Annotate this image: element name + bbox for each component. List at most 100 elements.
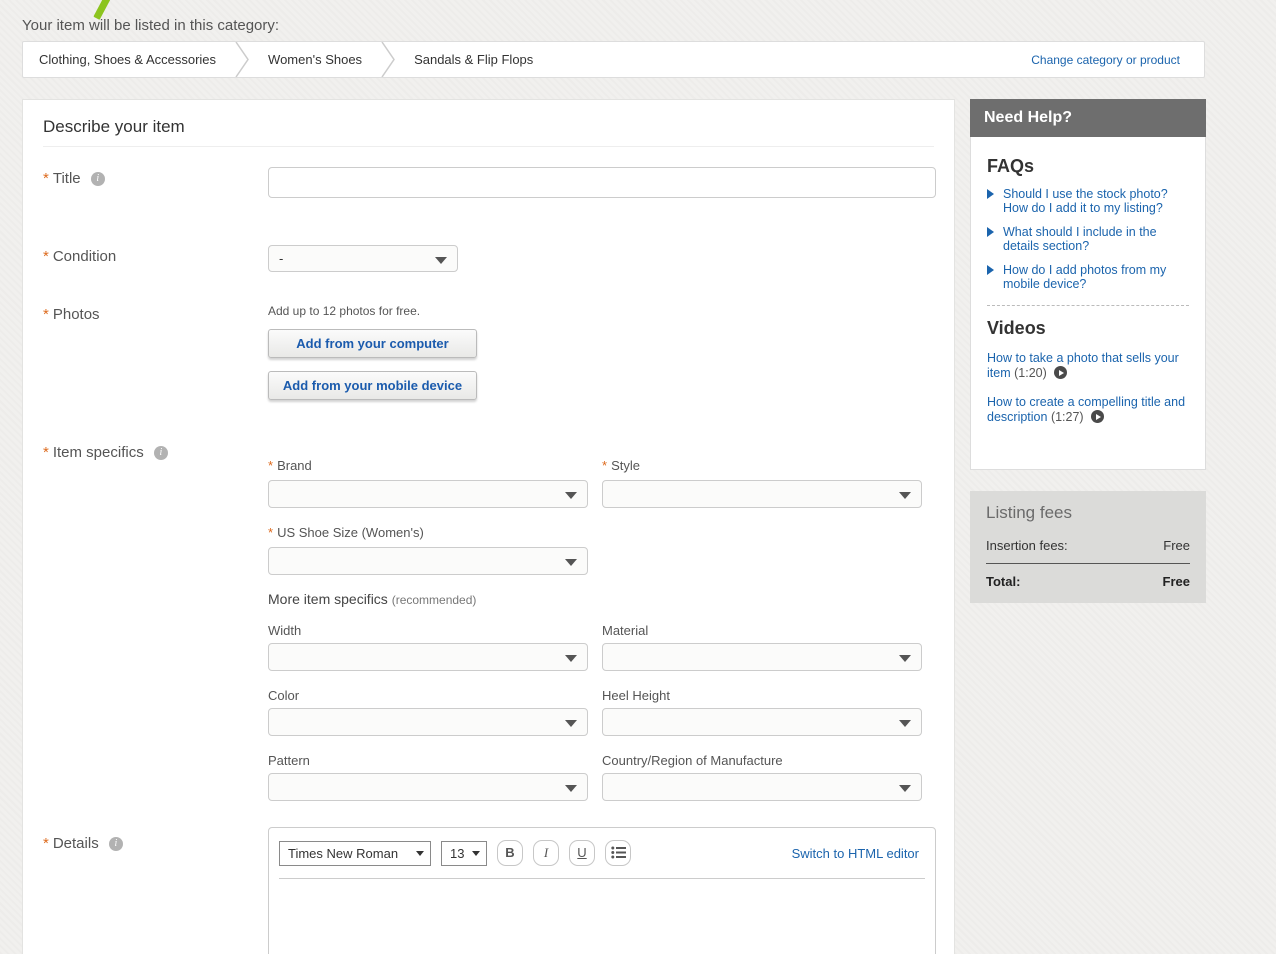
chevron-right-icon bbox=[234, 42, 250, 77]
faqs-heading: FAQs bbox=[987, 156, 1189, 177]
required-asterisk: * bbox=[43, 444, 49, 461]
dropdown-arrow-icon bbox=[899, 655, 911, 662]
select-arrow-icon bbox=[416, 851, 424, 856]
brand-label: *Brand bbox=[268, 458, 312, 473]
add-from-computer-button[interactable]: Add from your computer bbox=[268, 329, 477, 358]
material-label: Material bbox=[602, 623, 648, 638]
faq-item[interactable]: Should I use the stock photo? How do I a… bbox=[987, 187, 1189, 215]
condition-label: *Condition bbox=[43, 248, 116, 265]
total-value: Free bbox=[1163, 574, 1190, 589]
details-editor[interactable]: Times New Roman 13 B I U Switch to HTML … bbox=[268, 827, 936, 954]
details-text-area[interactable] bbox=[269, 879, 935, 954]
width-dropdown[interactable] bbox=[268, 643, 588, 671]
details-info-icon[interactable]: i bbox=[109, 837, 123, 851]
required-asterisk: * bbox=[43, 835, 49, 852]
editor-toolbar: Times New Roman 13 B I U Switch to HTML … bbox=[269, 828, 935, 878]
pattern-dropdown[interactable] bbox=[268, 773, 588, 801]
heel-height-label: Heel Height bbox=[602, 688, 670, 703]
dropdown-arrow-icon bbox=[899, 720, 911, 727]
photos-hint: Add up to 12 photos for free. bbox=[268, 304, 420, 318]
dropdown-arrow-icon bbox=[565, 655, 577, 662]
bold-button[interactable]: B bbox=[497, 840, 523, 866]
total-fees-row: Total: Free bbox=[986, 564, 1190, 589]
dashed-divider bbox=[987, 305, 1189, 306]
title-label: *Title i bbox=[43, 170, 105, 187]
photos-label: *Photos bbox=[43, 306, 100, 323]
recommended-note: (recommended) bbox=[392, 593, 477, 607]
play-icon[interactable] bbox=[1054, 366, 1067, 379]
required-asterisk: * bbox=[43, 306, 49, 323]
video-link: How to create a compelling title and des… bbox=[987, 395, 1185, 424]
listing-fees-panel: Listing fees Insertion fees: Free Total:… bbox=[970, 491, 1206, 603]
sidebar: Need Help? FAQs Should I use the stock p… bbox=[970, 99, 1206, 603]
pattern-label: Pattern bbox=[268, 753, 310, 768]
dropdown-arrow-icon bbox=[565, 785, 577, 792]
faq-item[interactable]: What should I include in the details sec… bbox=[987, 225, 1189, 253]
shoe-size-dropdown[interactable] bbox=[268, 547, 588, 575]
font-size-select[interactable]: 13 bbox=[441, 841, 487, 866]
switch-html-editor-link[interactable]: Switch to HTML editor bbox=[792, 846, 919, 861]
need-help-header: Need Help? bbox=[970, 99, 1206, 137]
more-item-specifics-heading: More item specifics (recommended) bbox=[268, 591, 476, 607]
breadcrumb-item-clothing: Clothing, Shoes & Accessories bbox=[23, 52, 234, 67]
shoe-size-label: *US Shoe Size (Women's) bbox=[268, 525, 424, 540]
category-note: Your item will be listed in this categor… bbox=[22, 17, 279, 34]
triangle-bullet-icon bbox=[987, 265, 994, 275]
video-duration: (1:27) bbox=[1051, 410, 1084, 424]
title-input[interactable] bbox=[268, 167, 936, 198]
play-icon[interactable] bbox=[1091, 410, 1104, 423]
insertion-fees-row: Insertion fees: Free bbox=[986, 535, 1190, 564]
change-category-link[interactable]: Change category or product bbox=[1031, 53, 1180, 67]
italic-button[interactable]: I bbox=[533, 840, 559, 866]
video-item[interactable]: How to take a photo that sells your item… bbox=[987, 351, 1189, 381]
dropdown-arrow-icon bbox=[899, 785, 911, 792]
faq-link: How do I add photos from my mobile devic… bbox=[1003, 263, 1189, 291]
item-specifics-label: *Item specifics i bbox=[43, 444, 168, 461]
breadcrumb-item-womens-shoes: Women's Shoes bbox=[250, 52, 380, 67]
breadcrumb-item-sandals: Sandals & Flip Flops bbox=[396, 52, 551, 67]
video-duration: (1:20) bbox=[1014, 366, 1047, 380]
condition-value: - bbox=[279, 251, 283, 266]
listing-fees-heading: Listing fees bbox=[986, 503, 1190, 523]
required-asterisk: * bbox=[43, 248, 49, 265]
color-dropdown[interactable] bbox=[268, 708, 588, 736]
dropdown-arrow-icon bbox=[565, 492, 577, 499]
country-dropdown[interactable] bbox=[602, 773, 922, 801]
color-label: Color bbox=[268, 688, 299, 703]
triangle-bullet-icon bbox=[987, 227, 994, 237]
item-specifics-info-icon[interactable]: i bbox=[154, 446, 168, 460]
underline-button[interactable]: U bbox=[569, 840, 595, 866]
dropdown-arrow-icon bbox=[435, 257, 447, 264]
country-label: Country/Region of Manufacture bbox=[602, 753, 783, 768]
panel-title: Describe your item bbox=[43, 117, 185, 137]
font-family-select[interactable]: Times New Roman bbox=[279, 841, 431, 866]
style-label: *Style bbox=[602, 458, 640, 473]
details-label: *Details i bbox=[43, 835, 123, 852]
add-from-mobile-button[interactable]: Add from your mobile device bbox=[268, 371, 477, 400]
material-dropdown[interactable] bbox=[602, 643, 922, 671]
required-asterisk: * bbox=[43, 170, 49, 187]
brand-dropdown[interactable] bbox=[268, 480, 588, 508]
bullet-list-button[interactable] bbox=[605, 840, 631, 866]
title-info-icon[interactable]: i bbox=[91, 172, 105, 186]
faq-item[interactable]: How do I add photos from my mobile devic… bbox=[987, 263, 1189, 291]
condition-dropdown[interactable]: - bbox=[268, 245, 458, 272]
total-label: Total: bbox=[986, 574, 1020, 589]
video-item[interactable]: How to create a compelling title and des… bbox=[987, 395, 1189, 425]
heel-height-dropdown[interactable] bbox=[602, 708, 922, 736]
describe-item-panel: Describe your item *Title i *Condition -… bbox=[22, 99, 955, 954]
bullet-list-icon bbox=[611, 846, 626, 859]
divider bbox=[43, 146, 934, 147]
insertion-fees-label: Insertion fees: bbox=[986, 538, 1068, 553]
width-label: Width bbox=[268, 623, 301, 638]
videos-heading: Videos bbox=[987, 318, 1189, 339]
faq-link: Should I use the stock photo? How do I a… bbox=[1003, 187, 1189, 215]
dropdown-arrow-icon bbox=[565, 720, 577, 727]
style-dropdown[interactable] bbox=[602, 480, 922, 508]
insertion-fees-value: Free bbox=[1163, 538, 1190, 553]
triangle-bullet-icon bbox=[987, 189, 994, 199]
dropdown-arrow-icon bbox=[565, 559, 577, 566]
dropdown-arrow-icon bbox=[899, 492, 911, 499]
faq-link: What should I include in the details sec… bbox=[1003, 225, 1189, 253]
select-arrow-icon bbox=[472, 851, 480, 856]
